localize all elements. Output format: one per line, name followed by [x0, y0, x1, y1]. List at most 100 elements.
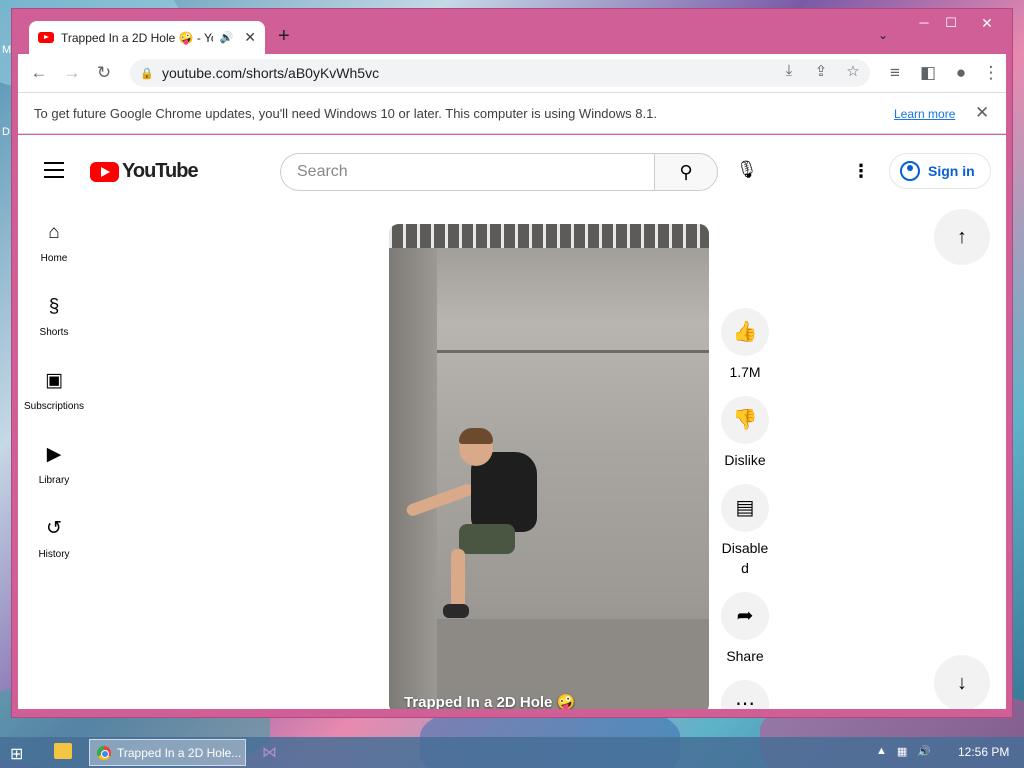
chrome-menu-icon[interactable]: ⋮ [980, 62, 1002, 84]
omnibox-actions: ⤓ ⇪ ☆ [780, 62, 862, 80]
comment-icon[interactable]: ▤ [721, 484, 769, 532]
like-count: 1.7M [729, 364, 761, 380]
share-action[interactable]: ➦ Share [717, 592, 773, 666]
comments-action[interactable]: ▤ Disable d [717, 484, 773, 578]
search-button[interactable]: ⚲ [654, 153, 718, 191]
history-icon: ↺ [46, 518, 62, 539]
arrow-up-icon: ↑ [957, 226, 967, 248]
close-infobar-icon[interactable]: ✕ [975, 103, 989, 123]
video-person-shoe [443, 604, 469, 618]
speaker-icon[interactable]: 🔊 [220, 31, 234, 44]
browser-window: Trapped In a 2D Hole 🤪 - YouTube 🔊 ✕ + ⌄… [11, 8, 1013, 718]
shorts-icon: § [48, 296, 60, 317]
tab-search-chevron-icon[interactable]: ⌄ [878, 28, 888, 42]
youtube-favicon-icon [38, 32, 54, 43]
microphone-icon[interactable]: 🎙 [736, 160, 758, 184]
tray-expand-icon[interactable]: ▲ [876, 745, 887, 758]
taskbar-chrome-item[interactable]: Trapped In a 2D Hole... [89, 739, 246, 766]
shorts-video-player[interactable]: Trapped In a 2D Hole 🤪 [389, 224, 709, 709]
dislike-label: Dislike [724, 452, 766, 468]
sign-in-button[interactable]: Sign in [889, 153, 991, 189]
url-text[interactable]: youtube.com/shorts/aB0yKvWh5vc [162, 65, 379, 81]
volume-icon[interactable]: 🔊 [917, 745, 931, 758]
sidebar-item-library[interactable]: ▶ Library [18, 443, 90, 486]
update-infobar: To get future Google Chrome updates, you… [18, 92, 1006, 134]
back-arrow-icon[interactable]: ← [28, 62, 50, 84]
more-horizontal-icon[interactable]: ⋯ [721, 680, 769, 709]
search-input[interactable]: Search [280, 153, 655, 191]
share-page-icon[interactable]: ⇪ [812, 62, 830, 80]
file-explorer-icon[interactable] [54, 743, 72, 759]
tab-title: Trapped In a 2D Hole 🤪 - YouTube [61, 30, 213, 45]
video-left-wall [389, 248, 437, 709]
browser-toolbar: ← → ↻ 🔒 youtube.com/shorts/aB0yKvWh5vc ⤓… [18, 54, 1006, 92]
share-label: Share [726, 648, 764, 664]
sidebar-item-label: Shorts [39, 327, 69, 338]
more-actions[interactable]: ⋯ [717, 680, 773, 709]
close-window-button[interactable]: ✕ [967, 13, 1007, 33]
infobar-message: To get future Google Chrome updates, you… [34, 106, 657, 121]
address-bar[interactable]: 🔒 youtube.com/shorts/aB0yKvWh5vc ⤓ ⇪ ☆ [130, 59, 870, 87]
media-controls-icon[interactable]: ≡ [884, 62, 906, 84]
system-tray: ▲ ▦ 🔊 [876, 745, 931, 758]
arrow-down-icon: ↓ [957, 672, 967, 694]
chrome-icon [97, 745, 111, 760]
video-person-shin [451, 549, 465, 609]
minimize-button[interactable]: ─ [910, 13, 938, 33]
desktop-icon-label: D [2, 126, 10, 138]
menu-icon[interactable] [44, 162, 64, 183]
reload-icon[interactable]: ↻ [93, 62, 115, 84]
more-options-icon[interactable]: ⋮ [852, 161, 870, 182]
forward-arrow-icon[interactable]: → [61, 62, 83, 84]
thumbs-up-icon[interactable]: 👍 [721, 308, 769, 356]
video-title[interactable]: Trapped In a 2D Hole 🤪 [404, 693, 575, 709]
subscriptions-icon: ▣ [45, 370, 63, 391]
thumbs-down-icon[interactable]: 👎 [721, 396, 769, 444]
sidebar-item-history[interactable]: ↺ History [18, 517, 90, 560]
youtube-logo[interactable]: YouTube [90, 160, 199, 183]
new-tab-button[interactable]: + [278, 26, 290, 46]
lock-icon[interactable]: 🔒 [140, 67, 154, 80]
learn-more-link[interactable]: Learn more [894, 107, 955, 121]
sidebar-item-label: Library [38, 475, 70, 486]
sidebar-item-subscriptions[interactable]: ▣ Subscriptions [18, 369, 90, 412]
library-icon: ▶ [46, 444, 62, 465]
taskbar-chrome-label: Trapped In a 2D Hole... [117, 745, 242, 760]
close-tab-icon[interactable]: ✕ [244, 29, 256, 46]
share-arrow-icon[interactable]: ➦ [721, 592, 769, 640]
search-icon: ⚲ [679, 162, 693, 182]
clock[interactable]: 12:56 PM [958, 745, 1009, 759]
profile-icon[interactable]: ● [950, 62, 972, 84]
youtube-page: YouTube Search ⚲ 🎙 ⋮ Sign in ⌂ Home § Sh… [18, 135, 1006, 709]
next-short-button[interactable]: ↓ [934, 655, 990, 709]
like-action[interactable]: 👍 1.7M [717, 308, 773, 382]
network-icon[interactable]: ▦ [897, 745, 907, 758]
bookmark-star-icon[interactable]: ☆ [844, 62, 862, 80]
windows-start-icon[interactable]: ⊞ [10, 744, 23, 764]
video-person-hair [459, 428, 493, 444]
sidebar-item-label: Home [40, 253, 68, 264]
taskbar: ⊞ Trapped In a 2D Hole... ⋈ ▲ ▦ 🔊 12:56 … [0, 737, 1024, 768]
sign-in-label: Sign in [928, 163, 975, 179]
video-railing [389, 224, 709, 248]
install-app-icon[interactable]: ⤓ [780, 62, 798, 80]
youtube-logo-text: YouTube [122, 160, 199, 182]
sidebar-item-home[interactable]: ⌂ Home [18, 221, 90, 264]
sidebar-item-label: History [38, 549, 70, 560]
dislike-action[interactable]: 👎 Dislike [717, 396, 773, 470]
home-icon: ⌂ [48, 222, 60, 243]
video-person-legs [459, 524, 515, 554]
video-wall-seam [437, 350, 709, 353]
youtube-logo-icon [90, 161, 119, 182]
desktop-icon-label: M [2, 44, 12, 56]
visual-studio-icon[interactable]: ⋈ [262, 743, 277, 761]
sidebar-item-shorts[interactable]: § Shorts [18, 295, 90, 338]
side-panel-icon[interactable]: ◧ [917, 62, 939, 84]
maximize-button[interactable]: ☐ [937, 13, 965, 33]
sidebar-item-label: Subscriptions [23, 401, 85, 412]
account-icon [900, 161, 920, 181]
browser-tab[interactable]: Trapped In a 2D Hole 🤪 - YouTube 🔊 ✕ [29, 21, 265, 54]
previous-short-button[interactable]: ↑ [934, 209, 990, 265]
title-bar: Trapped In a 2D Hole 🤪 - YouTube 🔊 ✕ + ⌄… [12, 9, 1012, 54]
comments-label: Disable d [721, 540, 769, 576]
